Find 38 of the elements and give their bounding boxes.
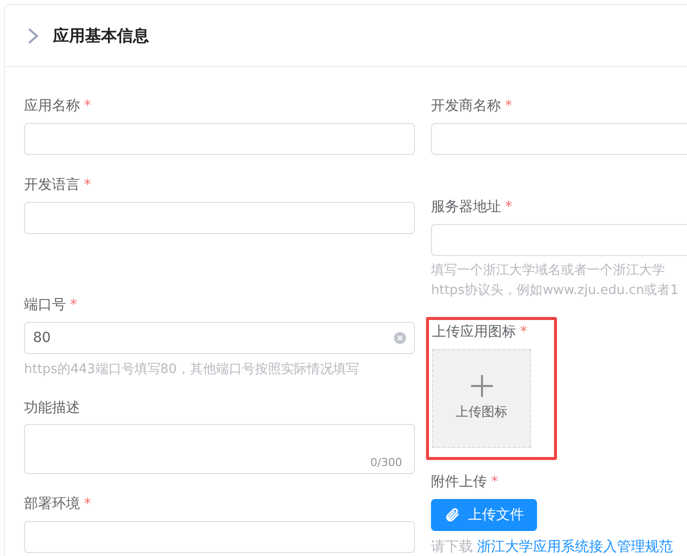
document-link[interactable]: 浙江大学应用系统接入管理规范 (477, 537, 674, 556)
field-label: 服务器地址 (431, 198, 502, 216)
input-field[interactable]: 80 (24, 322, 416, 354)
upload-file-button[interactable]: 上传文件 (431, 499, 538, 531)
required-mark: * (520, 322, 528, 342)
field-label: 开发商名称 (431, 96, 502, 116)
textarea-field[interactable]: 0/300 (24, 424, 416, 474)
field-label: 附件上传 (431, 472, 488, 492)
field-label: 部署环境 (24, 494, 80, 514)
required-mark: * (84, 494, 91, 514)
plus-icon (470, 374, 493, 397)
note-text: 请下载 (431, 538, 474, 556)
field-label: 端口号 (24, 296, 66, 314)
field-label: 应用名称 (24, 96, 80, 116)
field-label: 上传应用图标 (432, 322, 516, 342)
required-mark: * (505, 96, 512, 116)
input-field[interactable] (431, 123, 687, 155)
input-field[interactable] (24, 202, 416, 234)
hint-text: 填写一个浙江大学域名或者一个浙江大学 (431, 262, 666, 280)
required-mark: * (491, 472, 498, 492)
hint-text: https协议头，例如www.zju.edu.cn或者1 (431, 282, 680, 300)
character-counter: 0/300 (370, 454, 402, 470)
field-label: 开发语言 (24, 176, 80, 194)
upload-text: 上传图标 (456, 404, 508, 422)
paperclip-icon (444, 507, 460, 523)
clear-icon[interactable] (394, 332, 406, 344)
hint-text: https的443端口号填写80，其他端口号按照实际情况填写 (24, 361, 360, 378)
icon-upload-area[interactable]: 上传图标 (432, 349, 532, 448)
required-mark: * (84, 176, 91, 194)
input-field[interactable] (431, 224, 687, 256)
field-label: 功能描述 (24, 398, 80, 418)
chevron-icon[interactable] (27, 26, 39, 44)
input-field[interactable] (24, 521, 416, 553)
section-title: 应用基本信息 (53, 24, 149, 46)
required-mark: * (505, 198, 512, 216)
input-field[interactable] (24, 123, 416, 155)
required-mark: * (84, 96, 91, 116)
required-mark: * (70, 296, 77, 314)
